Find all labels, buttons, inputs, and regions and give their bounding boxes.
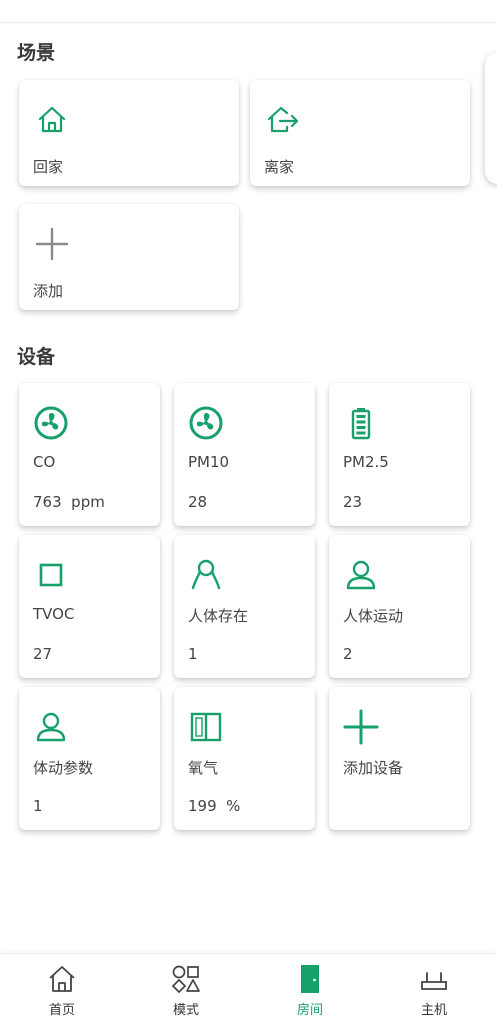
door-icon [295,964,325,994]
scene-card-add[interactable]: 添加 [19,204,239,310]
scene-label: 回家 [33,158,64,176]
bottom-nav: 首页 模式 房间 主机 [0,953,497,1024]
device-label: 添加设备 [343,759,404,777]
device-value: 2 [343,645,353,663]
device-card-motion[interactable]: 人体运动 2 [329,535,470,678]
scene-label: 离家 [264,158,295,176]
device-card-pm10[interactable]: PM10 28 [174,383,315,526]
device-card-pm25[interactable]: PM2.5 23 [329,383,470,526]
nav-item-host[interactable]: 主机 [372,954,496,1024]
add-icon [34,226,70,262]
scene-card-home[interactable]: 回家 [19,80,239,186]
top-divider [0,22,497,23]
device-card-body-movement[interactable]: 体动参数 1 [19,687,160,830]
leave-home-icon [265,102,301,138]
device-label: 人体存在 [188,607,249,625]
nav-item-home[interactable]: 首页 [0,954,124,1024]
device-card-tvoc[interactable]: TVOC 27 [19,535,160,678]
fan-icon [188,405,224,441]
scene-label: 添加 [33,282,64,300]
add-device-card[interactable]: 添加设备 [329,687,470,830]
device-card-co[interactable]: CO 763 ppm [19,383,160,526]
nav-label: 首页 [48,1003,75,1018]
scene-card-leave[interactable]: 离家 [250,80,470,186]
device-card-presence[interactable]: 人体存在 1 [174,535,315,678]
side-panel-handle[interactable] [485,52,497,184]
nav-item-rooms[interactable]: 房间 [248,954,372,1024]
device-label: TVOC [33,605,75,623]
nav-item-modes[interactable]: 模式 [124,954,248,1024]
square-icon [33,557,69,593]
nav-label: 模式 [172,1003,199,1018]
device-value: 28 [188,493,208,511]
device-value: 1 [33,797,43,815]
fan-icon [33,405,69,441]
window-icon [188,709,224,745]
device-value: 23 [343,493,363,511]
person-icon [343,557,379,593]
device-label: CO [33,453,56,471]
person-icon [33,709,69,745]
person-outline-icon [188,557,224,593]
scenes-title: 场景 [17,42,56,64]
device-label: 氧气 [188,759,219,777]
device-label: PM2.5 [343,453,389,471]
device-value: 27 [33,645,53,663]
devices-title: 设备 [17,346,56,368]
home-nav-icon [47,964,77,994]
device-label: 体动参数 [33,759,94,777]
device-value: 763 ppm [33,493,105,511]
home-icon [34,102,70,138]
add-icon [343,709,379,745]
device-label: PM10 [188,453,230,471]
router-icon [419,964,449,994]
battery-icon [343,405,379,441]
nav-label: 房间 [296,1003,323,1018]
device-value: 1 [188,645,198,663]
device-card-oxygen[interactable]: 氧气 199 % [174,687,315,830]
device-value: 199 % [188,797,241,815]
nav-label: 主机 [420,1003,447,1018]
modes-icon [171,964,201,994]
device-label: 人体运动 [343,607,404,625]
